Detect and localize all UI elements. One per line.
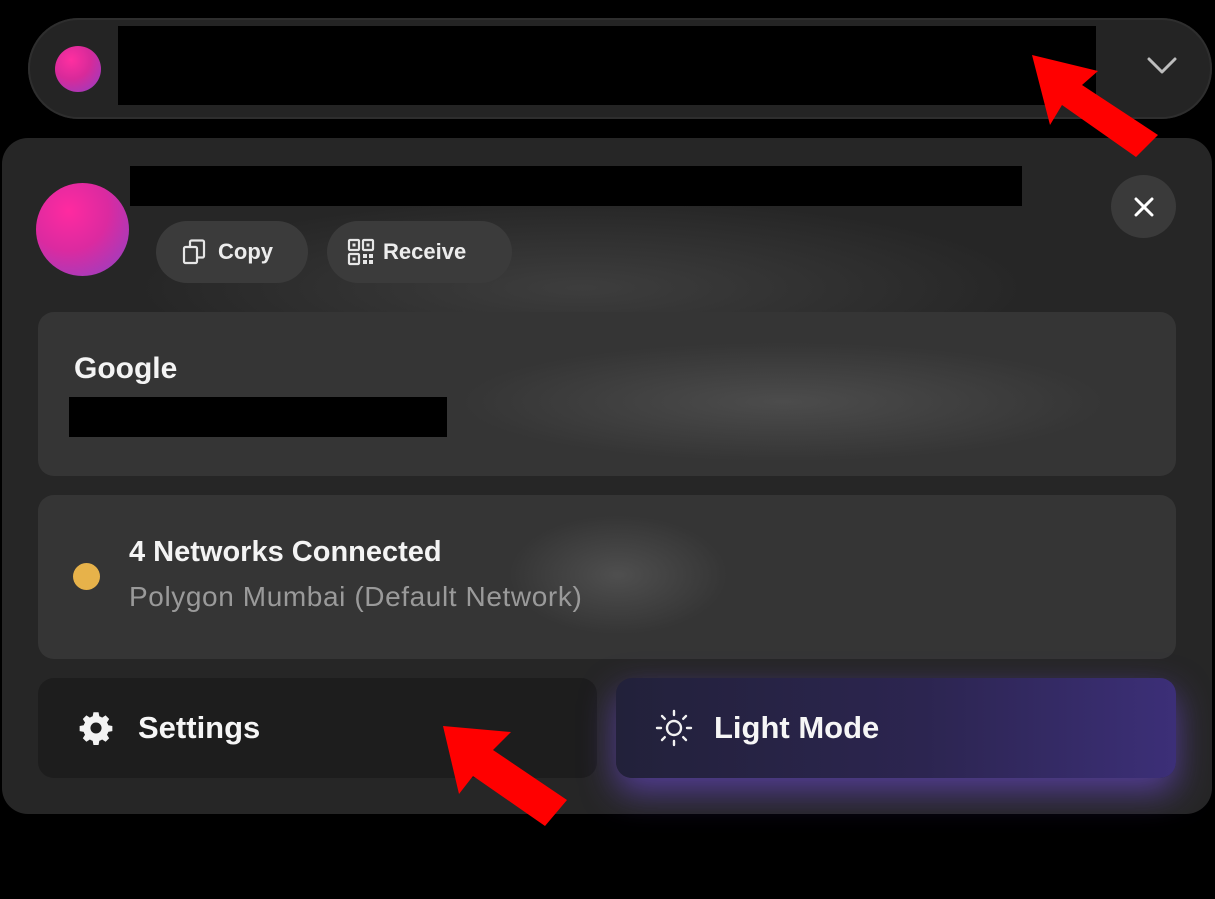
redacted-email — [69, 397, 447, 437]
account-avatar-small — [55, 46, 101, 92]
redacted-address — [130, 166, 1022, 206]
annotation-arrow-top — [1032, 55, 1158, 157]
close-icon — [1134, 197, 1153, 216]
copy-label: Copy — [218, 239, 273, 264]
card-glow — [458, 342, 1108, 462]
qr-code-icon — [347, 238, 375, 266]
network-status-dot — [73, 563, 100, 590]
gear-icon — [78, 710, 114, 746]
receive-label: Receive — [383, 239, 467, 264]
copy-button[interactable]: Copy — [156, 221, 308, 283]
login-provider: Google — [74, 352, 178, 385]
annotation-arrow-settings — [443, 726, 567, 826]
card-glow — [508, 515, 728, 635]
login-method-card: Google — [38, 312, 1176, 476]
wallet-dropdown-screen: Copy Receive Google 4 Networks Connected… — [0, 0, 1215, 899]
light-mode-button[interactable]: Light Mode — [616, 678, 1176, 778]
settings-label: Settings — [138, 710, 261, 745]
default-network: Polygon Mumbai (Default Network) — [129, 581, 583, 612]
network-status-card[interactable]: 4 Networks Connected Polygon Mumbai (Def… — [38, 495, 1176, 659]
sun-icon — [654, 708, 694, 748]
copy-icon — [180, 238, 208, 266]
redacted-address-header — [118, 26, 1096, 105]
network-count: 4 Networks Connected — [129, 536, 442, 568]
receive-button[interactable]: Receive — [327, 221, 512, 283]
close-button[interactable] — [1111, 175, 1176, 238]
light-mode-label: Light Mode — [714, 710, 880, 745]
account-avatar — [36, 183, 129, 276]
